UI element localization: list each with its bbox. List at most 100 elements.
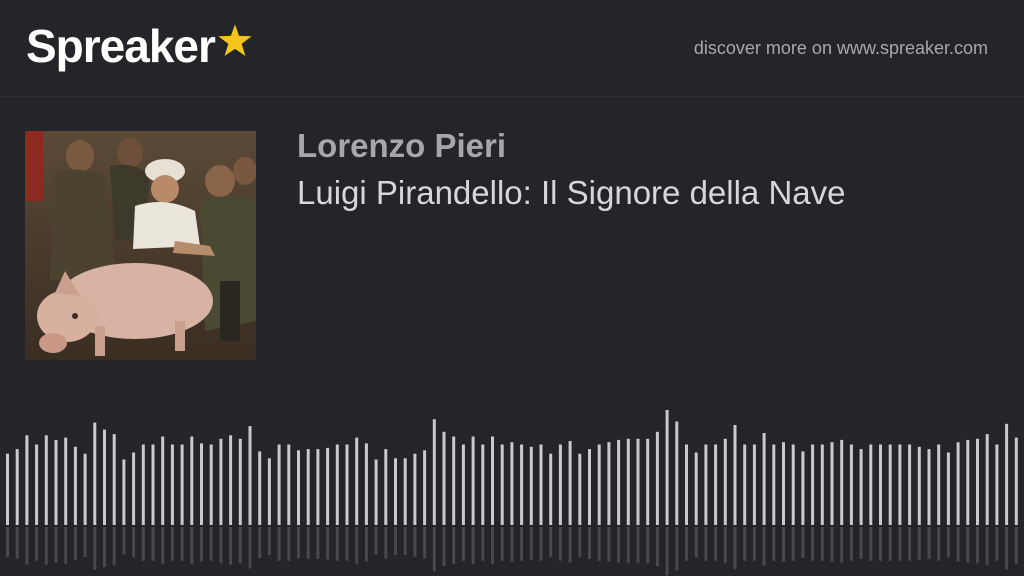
waveform-bar-reflection xyxy=(995,527,999,561)
waveform-bar xyxy=(364,443,368,525)
waveform-bar-reflection xyxy=(840,527,844,563)
waveform-bar-reflection xyxy=(859,527,863,559)
episode-cover-image xyxy=(25,131,256,360)
waveform-bar-reflection xyxy=(6,527,9,557)
waveform-bar-reflection xyxy=(316,527,320,559)
waveform-bar-reflection xyxy=(723,527,727,564)
waveform-bar-reflection xyxy=(849,527,853,561)
waveform-bar xyxy=(403,458,407,525)
waveform-bar xyxy=(578,453,582,525)
waveform-bar xyxy=(898,444,902,525)
cover-painting-icon xyxy=(25,131,256,360)
waveform-bar xyxy=(238,438,242,526)
waveform-bar xyxy=(849,444,853,525)
waveform-bar xyxy=(946,452,950,525)
waveform-bar xyxy=(481,444,485,525)
waveform-bar xyxy=(432,419,436,525)
waveform-bar-reflection xyxy=(297,527,300,559)
waveform-bar-reflection xyxy=(665,527,669,576)
waveform-bar xyxy=(1014,437,1018,525)
waveform-bar xyxy=(597,444,601,525)
waveform-bar-reflection xyxy=(481,527,485,561)
logo-text: Spreaker xyxy=(26,20,216,72)
waveform-bar xyxy=(588,449,591,525)
waveform-bar-reflection xyxy=(946,527,950,558)
waveform-bar-reflection xyxy=(132,527,136,558)
waveform-bar xyxy=(655,431,659,525)
spreaker-logo[interactable]: Spreaker xyxy=(26,18,254,74)
waveform-bar xyxy=(141,444,145,525)
waveform-bar-reflection xyxy=(917,527,921,560)
waveform-bar-reflection xyxy=(520,527,524,561)
waveform-bar xyxy=(355,437,359,525)
waveform-bar xyxy=(888,444,892,525)
waveform-bar-reflection xyxy=(762,527,766,566)
waveform-bar xyxy=(6,453,9,525)
waveform-bar-reflection xyxy=(704,527,708,561)
waveform-bar-reflection xyxy=(869,527,873,561)
waveform-bar-reflection xyxy=(597,527,601,561)
waveform-bar-reflection xyxy=(685,527,688,561)
waveform-bar xyxy=(733,425,737,525)
waveform-bar-reflection xyxy=(558,527,562,561)
waveform-bar xyxy=(752,444,756,525)
waveform-bar xyxy=(151,444,155,525)
waveform-bar xyxy=(772,444,776,525)
waveform-bar xyxy=(442,431,446,525)
waveform-bar xyxy=(277,444,281,525)
audio-waveform[interactable] xyxy=(0,400,1024,576)
waveform-bar xyxy=(83,453,87,525)
waveform-bar xyxy=(801,451,805,525)
waveform-bar xyxy=(743,444,747,525)
waveform-bar xyxy=(723,438,727,526)
waveform-bar xyxy=(423,450,427,526)
waveform-bar-reflection xyxy=(655,527,659,567)
waveform-bar-reflection xyxy=(820,527,824,561)
waveform-bar-reflection xyxy=(306,527,310,559)
waveform-bar-reflection xyxy=(830,527,834,562)
waveform-bar xyxy=(791,444,795,525)
waveform-bar-reflection xyxy=(229,527,233,565)
waveform-bar-reflection xyxy=(617,527,621,563)
waveform-bar-reflection xyxy=(927,527,931,559)
waveform-bar xyxy=(607,442,611,525)
star-icon xyxy=(218,24,252,57)
waveform-bar-reflection xyxy=(219,527,223,564)
waveform-bar xyxy=(995,444,999,525)
waveform-bar xyxy=(520,444,524,525)
waveform-bar xyxy=(306,449,310,525)
waveform-bar-reflection xyxy=(287,527,291,561)
waveform-bar xyxy=(73,446,77,525)
waveform-bar-reflection xyxy=(326,527,330,560)
waveform-bar xyxy=(461,444,465,525)
waveform-bar xyxy=(316,449,320,525)
waveform-bar xyxy=(675,421,679,525)
waveform-bar-reflection xyxy=(461,527,465,561)
waveform-bar-reflection xyxy=(403,527,407,555)
header-bar: Spreaker discover more on www.spreaker.c… xyxy=(0,0,1024,97)
waveform-bar-reflection xyxy=(801,527,805,558)
waveform-bar-reflection xyxy=(782,527,785,562)
waveform-bar xyxy=(44,435,48,525)
waveform-bar-reflection xyxy=(500,527,504,561)
waveform-bar xyxy=(345,444,349,525)
discover-link[interactable]: discover more on www.spreaker.com xyxy=(694,38,988,59)
waveform-bar-reflection xyxy=(35,527,39,561)
waveform-bar-reflection xyxy=(966,527,970,563)
episode-author[interactable]: Lorenzo Pieri xyxy=(297,127,506,165)
waveform-bar-reflection xyxy=(956,527,960,562)
waveform-bar-reflection xyxy=(452,527,456,565)
episode-title[interactable]: Luigi Pirandello: Il Signore della Nave xyxy=(297,174,846,212)
waveform-bar xyxy=(966,439,970,525)
waveform-bar xyxy=(384,449,388,525)
waveform-bar xyxy=(25,435,29,525)
waveform-bar-reflection xyxy=(54,527,58,563)
waveform-bar xyxy=(200,443,203,525)
waveform-bar xyxy=(665,410,669,525)
waveform-bar xyxy=(820,444,824,525)
waveform-bar xyxy=(869,444,873,525)
waveform-bar xyxy=(626,438,630,526)
waveform-bar xyxy=(35,444,39,525)
waveform-bar-reflection xyxy=(442,527,446,567)
waveform-bar xyxy=(287,444,291,525)
